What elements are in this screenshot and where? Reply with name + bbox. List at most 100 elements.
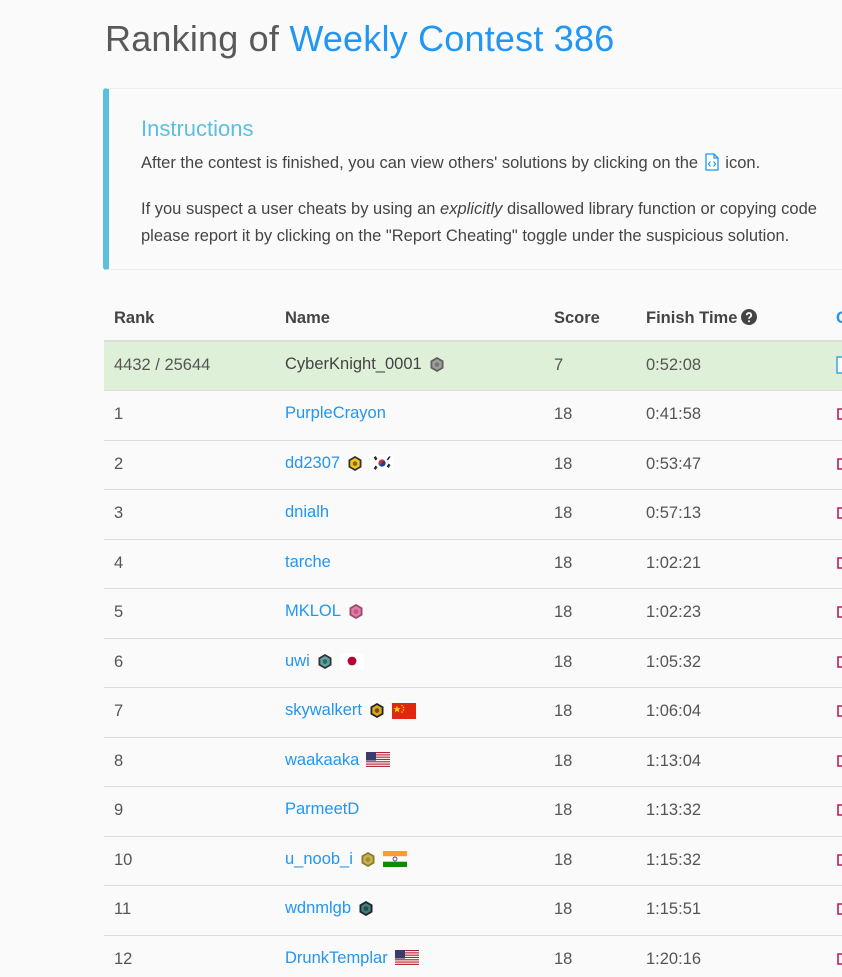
language-icon[interactable] <box>836 603 842 621</box>
score-cell: 18 <box>554 652 573 671</box>
name-cell: CyberKnight_0001 <box>285 355 445 374</box>
rank-cell: 12 <box>114 949 133 968</box>
finish-time-cell: 0:57:13 <box>646 504 702 522</box>
table-header: Rank Name Score Finish Time C <box>104 295 842 342</box>
instructions-line: please report it by clicking on the "Rep… <box>141 227 790 245</box>
rank-cell: 8 <box>114 751 124 770</box>
language-icon[interactable] <box>836 504 842 522</box>
user-link[interactable]: tarche <box>285 553 331 572</box>
instructions-text: disallowed library function or copying c… <box>502 200 817 218</box>
name-cell: tarche <box>285 553 331 572</box>
name-cell: uwi <box>285 652 364 671</box>
column-finish-time: Finish Time <box>646 309 758 330</box>
code-solution-icon <box>704 153 720 171</box>
finish-time-cell: 1:06:04 <box>646 702 702 720</box>
language-icon[interactable] <box>836 554 842 572</box>
user-link[interactable]: CyberKnight_0001 <box>285 355 422 374</box>
badge-icon <box>348 603 364 620</box>
language-icon[interactable] <box>836 752 842 770</box>
user-link[interactable]: ParmeetD <box>285 800 359 819</box>
rank-cell: 4 <box>114 553 124 572</box>
instructions-line: If you suspect a user cheats by using an… <box>141 196 842 223</box>
table-row: 7 skywalkert 18 1:06:04 <box>104 688 842 738</box>
instructions-paragraph-2: If you suspect a user cheats by using an… <box>141 196 842 250</box>
badge-icon <box>369 702 385 719</box>
badge-icon <box>317 653 333 670</box>
badge-icon <box>347 455 363 472</box>
name-cell: DrunkTemplar <box>285 949 419 968</box>
name-cell: skywalkert <box>285 701 417 720</box>
language-icon[interactable] <box>836 702 842 720</box>
score-cell: 18 <box>554 751 573 770</box>
rank-cell: 1 <box>114 405 124 423</box>
table-row: 4 tarche 18 1:02:21 <box>104 540 842 589</box>
score-cell: 18 <box>554 504 573 522</box>
table-body: 4432 / 25644 CyberKnight_0001 7 0:52:08 1 Pur… <box>104 342 842 977</box>
score-cell: 18 <box>554 900 573 918</box>
table-row: 12 DrunkTemplar 18 1:20:16 <box>104 936 842 977</box>
table-row: 8 waakaaka 18 1:13:04 <box>104 738 842 787</box>
column-extra[interactable]: C <box>836 309 842 328</box>
table-row: 3 dnialh 18 0:57:13 <box>104 490 842 540</box>
table-row: 1 PurpleCrayon 18 0:41:58 <box>104 391 842 441</box>
name-cell: waakaaka <box>285 751 391 770</box>
user-link[interactable]: PurpleCrayon <box>285 404 386 423</box>
user-link[interactable]: MKLOL <box>285 602 341 621</box>
user-link[interactable]: skywalkert <box>285 701 362 720</box>
name-cell: ParmeetD <box>285 800 359 819</box>
finish-time-cell: 1:15:32 <box>646 850 702 869</box>
user-link[interactable]: uwi <box>285 652 310 671</box>
finish-time-cell: 1:02:21 <box>646 553 702 572</box>
score-cell: 18 <box>554 603 573 621</box>
finish-time-cell: 0:53:47 <box>646 454 702 473</box>
user-link[interactable]: DrunkTemplar <box>285 949 388 968</box>
score-cell: 7 <box>554 356 564 374</box>
code-solution-icon[interactable] <box>836 356 842 374</box>
score-cell: 18 <box>554 949 573 968</box>
table-row: 2 dd2307 18 0:53:47 <box>104 441 842 490</box>
column-finish-time-label: Finish Time <box>646 309 738 327</box>
finish-time-cell: 0:41:58 <box>646 405 702 423</box>
user-link[interactable]: u_noob_i <box>285 850 353 869</box>
language-icon[interactable] <box>836 851 842 869</box>
score-cell: 18 <box>554 454 573 473</box>
language-icon[interactable] <box>836 653 842 671</box>
user-link[interactable]: dnialh <box>285 503 329 522</box>
instructions-text: If you suspect a user cheats by using an <box>141 200 441 218</box>
user-link[interactable]: waakaaka <box>285 751 359 770</box>
language-icon[interactable] <box>836 950 842 968</box>
flag-us-icon <box>394 950 419 966</box>
ranking-table: Rank Name Score Finish Time C 4432 / 256… <box>104 295 842 977</box>
flag-jp-icon <box>339 653 364 669</box>
page-title-prefix: Ranking of <box>105 18 290 59</box>
language-icon[interactable] <box>836 405 842 423</box>
score-cell: 18 <box>554 405 573 423</box>
finish-time-cell: 1:13:04 <box>646 751 702 770</box>
rank-cell: 10 <box>114 850 133 869</box>
finish-time-cell: 1:20:16 <box>646 949 702 968</box>
instructions-callout: Instructions After the contest is finish… <box>103 88 842 270</box>
score-cell: 18 <box>554 553 573 572</box>
table-row: 10 u_noob_i 18 1:15:32 <box>104 837 842 886</box>
table-row: 11 wdnmlgb 18 1:15:51 <box>104 886 842 936</box>
finish-time-cell: 1:15:51 <box>646 900 702 918</box>
finish-time-cell: 1:05:32 <box>646 652 702 671</box>
name-cell: u_noob_i <box>285 850 407 869</box>
table-row: 9 ParmeetD 18 1:13:32 <box>104 787 842 837</box>
current-user-row: 4432 / 25644 CyberKnight_0001 7 0:52:08 <box>104 342 842 391</box>
language-icon[interactable] <box>836 801 842 819</box>
language-icon[interactable] <box>836 455 842 473</box>
user-link[interactable]: wdnmlgb <box>285 899 351 918</box>
finish-time-cell: 1:13:32 <box>646 801 702 819</box>
question-circle-icon[interactable] <box>741 309 758 330</box>
user-link[interactable]: dd2307 <box>285 454 340 473</box>
language-icon[interactable] <box>836 900 842 918</box>
name-cell: dd2307 <box>285 454 395 473</box>
finish-time-cell: 1:02:23 <box>646 603 702 621</box>
instructions-emphasis: explicitly <box>440 200 503 218</box>
contest-link[interactable]: Weekly Contest 386 <box>289 18 614 59</box>
table-row: 5 MKLOL 18 1:02:23 <box>104 589 842 639</box>
name-cell: PurpleCrayon <box>285 404 386 423</box>
rank-cell: 3 <box>114 504 124 522</box>
rank-cell: 2 <box>114 454 124 473</box>
